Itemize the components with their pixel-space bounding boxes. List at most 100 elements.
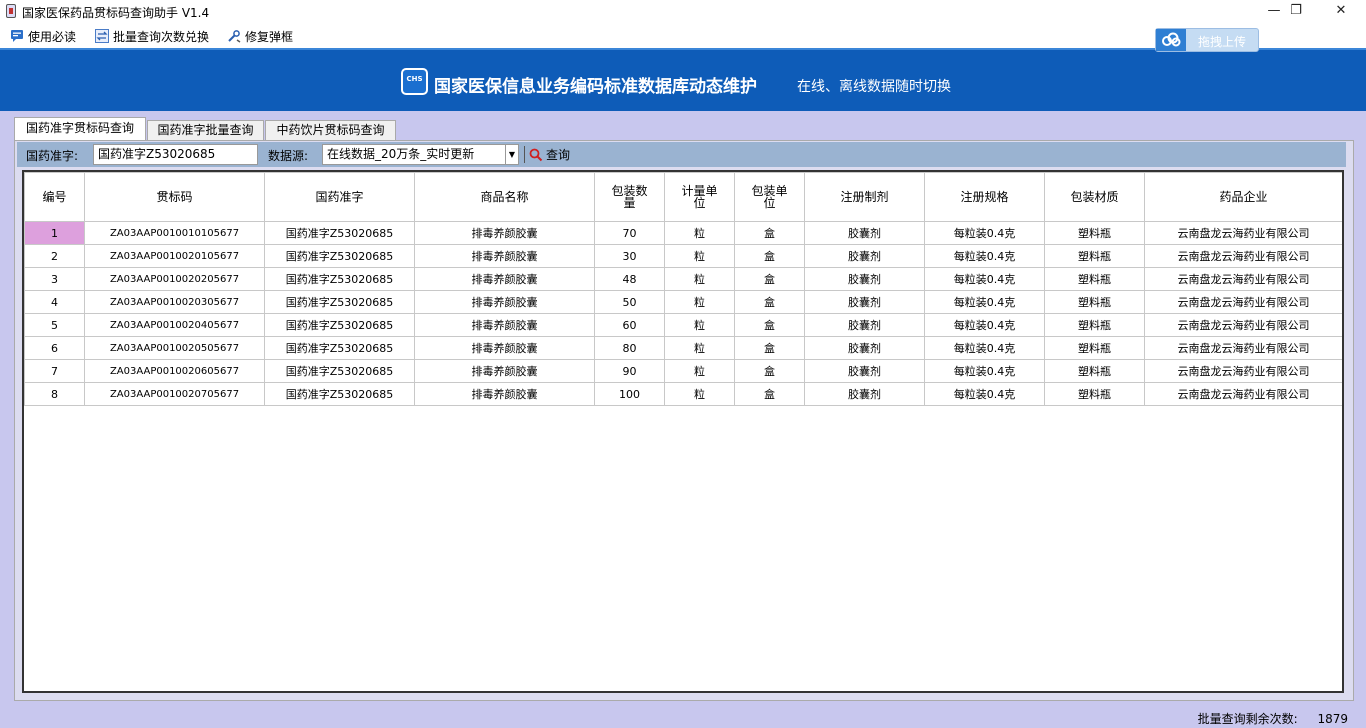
table-cell[interactable]: 粒	[664, 221, 735, 245]
table-cell[interactable]: 盒	[734, 221, 805, 245]
table-cell[interactable]: 每粒装0.4克	[924, 290, 1045, 314]
table-cell[interactable]: 塑料瓶	[1044, 267, 1145, 291]
table-row[interactable]: 4 ZA03AAP0010020305677 国药准字Z53020685 排毒养颜胶囊…	[24, 290, 1342, 314]
table-cell[interactable]: 100	[594, 382, 665, 406]
table-row[interactable]: 3 ZA03AAP0010020205677 国药准字Z53020685 排毒养颜胶囊…	[24, 267, 1342, 291]
tab-batch-query[interactable]: 国药准字批量查询	[147, 120, 264, 140]
table-cell[interactable]: ZA03AAP0010020605677	[84, 359, 265, 383]
table-row[interactable]: 6 ZA03AAP0010020505677 国药准字Z53020685 排毒养颜胶囊…	[24, 336, 1342, 360]
table-cell[interactable]: 60	[594, 313, 665, 337]
table-cell[interactable]: 云南盘龙云海药业有限公司	[1144, 267, 1342, 291]
menu-item-repair[interactable]: 修复弹框	[227, 27, 293, 45]
column-header[interactable]: 贯标码	[84, 172, 265, 222]
table-cell[interactable]: 48	[594, 267, 665, 291]
table-cell[interactable]: ZA03AAP0010020505677	[84, 336, 265, 360]
table-cell[interactable]: 盒	[734, 290, 805, 314]
column-header[interactable]: 国药准字	[264, 172, 415, 222]
table-cell[interactable]: 塑料瓶	[1044, 359, 1145, 383]
chevron-down-icon[interactable]: ▼	[505, 144, 519, 165]
results-grid[interactable]: 编号 贯标码 国药准字 商品名称 包装数量 计量单位 包装单位 注册制剂 注册规…	[22, 170, 1344, 693]
menu-item-exchange[interactable]: 批量查询次数兑换	[95, 27, 209, 45]
column-header[interactable]: 编号	[24, 172, 85, 222]
table-cell[interactable]: 国药准字Z53020685	[264, 290, 415, 314]
tab-approval-query[interactable]: 国药准字贯标码查询	[14, 117, 146, 140]
table-cell[interactable]: 粒	[664, 382, 735, 406]
column-header[interactable]: 药品企业	[1144, 172, 1342, 222]
table-cell[interactable]: 1	[24, 221, 85, 245]
data-source-select[interactable]: 在线数据_20万条_实时更新	[322, 144, 506, 165]
table-cell[interactable]: 每粒装0.4克	[924, 267, 1045, 291]
table-cell[interactable]: 国药准字Z53020685	[264, 244, 415, 268]
table-cell[interactable]: 70	[594, 221, 665, 245]
table-cell[interactable]: 6	[24, 336, 85, 360]
table-row[interactable]: 2 ZA03AAP0010020105677 国药准字Z53020685 排毒养颜胶囊…	[24, 244, 1342, 268]
table-cell[interactable]: 每粒装0.4克	[924, 313, 1045, 337]
table-cell[interactable]: 云南盘龙云海药业有限公司	[1144, 290, 1342, 314]
table-cell[interactable]: 胶囊剂	[804, 382, 925, 406]
table-cell[interactable]: ZA03AAP0010020705677	[84, 382, 265, 406]
table-row[interactable]: 5 ZA03AAP0010020405677 国药准字Z53020685 排毒养颜胶囊…	[24, 313, 1342, 337]
table-cell[interactable]: 3	[24, 267, 85, 291]
table-cell[interactable]: 2	[24, 244, 85, 268]
table-cell[interactable]: 排毒养颜胶囊	[414, 336, 595, 360]
table-cell[interactable]: ZA03AAP0010020405677	[84, 313, 265, 337]
column-header[interactable]: 包装单位	[734, 172, 805, 222]
table-cell[interactable]: 塑料瓶	[1044, 336, 1145, 360]
table-cell[interactable]: 胶囊剂	[804, 359, 925, 383]
table-cell[interactable]: 90	[594, 359, 665, 383]
table-cell[interactable]: 盒	[734, 244, 805, 268]
table-cell[interactable]: 云南盘龙云海药业有限公司	[1144, 359, 1342, 383]
table-cell[interactable]: 胶囊剂	[804, 290, 925, 314]
table-cell[interactable]: ZA03AAP0010010105677	[84, 221, 265, 245]
table-cell[interactable]: 8	[24, 382, 85, 406]
table-cell[interactable]: 4	[24, 290, 85, 314]
table-cell[interactable]: 每粒装0.4克	[924, 359, 1045, 383]
table-cell[interactable]: 每粒装0.4克	[924, 244, 1045, 268]
table-cell[interactable]: 粒	[664, 290, 735, 314]
table-cell[interactable]: 国药准字Z53020685	[264, 313, 415, 337]
table-cell[interactable]: 塑料瓶	[1044, 382, 1145, 406]
table-cell[interactable]: 国药准字Z53020685	[264, 221, 415, 245]
table-cell[interactable]: 排毒养颜胶囊	[414, 382, 595, 406]
table-cell[interactable]: 7	[24, 359, 85, 383]
column-header[interactable]: 包装材质	[1044, 172, 1145, 222]
restore-button[interactable]: ❐	[1273, 0, 1319, 23]
table-cell[interactable]: 盒	[734, 336, 805, 360]
column-header[interactable]: 商品名称	[414, 172, 595, 222]
table-cell[interactable]: ZA03AAP0010020205677	[84, 267, 265, 291]
table-cell[interactable]: 排毒养颜胶囊	[414, 313, 595, 337]
table-cell[interactable]: 每粒装0.4克	[924, 382, 1045, 406]
table-cell[interactable]: 国药准字Z53020685	[264, 382, 415, 406]
table-cell[interactable]: 粒	[664, 267, 735, 291]
close-button[interactable]: ✕	[1318, 0, 1364, 23]
table-cell[interactable]: 盒	[734, 313, 805, 337]
table-cell[interactable]: 胶囊剂	[804, 244, 925, 268]
table-cell[interactable]: 粒	[664, 244, 735, 268]
table-row[interactable]: 1 ZA03AAP0010010105677 国药准字Z53020685 排毒养颜胶囊…	[24, 221, 1342, 245]
table-cell[interactable]: ZA03AAP0010020305677	[84, 290, 265, 314]
table-cell[interactable]: 排毒养颜胶囊	[414, 221, 595, 245]
table-cell[interactable]: 塑料瓶	[1044, 244, 1145, 268]
table-cell[interactable]: 国药准字Z53020685	[264, 359, 415, 383]
table-cell[interactable]: 胶囊剂	[804, 336, 925, 360]
table-cell[interactable]: 国药准字Z53020685	[264, 336, 415, 360]
table-cell[interactable]: 盒	[734, 359, 805, 383]
table-cell[interactable]: 每粒装0.4克	[924, 221, 1045, 245]
query-button[interactable]: 查询	[529, 145, 570, 164]
column-header[interactable]: 注册制剂	[804, 172, 925, 222]
table-cell[interactable]: 5	[24, 313, 85, 337]
table-cell[interactable]: 塑料瓶	[1044, 290, 1145, 314]
column-header[interactable]: 注册规格	[924, 172, 1045, 222]
table-cell[interactable]: 云南盘龙云海药业有限公司	[1144, 382, 1342, 406]
table-cell[interactable]: 云南盘龙云海药业有限公司	[1144, 336, 1342, 360]
table-cell[interactable]: 国药准字Z53020685	[264, 267, 415, 291]
table-cell[interactable]: 粒	[664, 359, 735, 383]
drag-upload-button[interactable]: 拖拽上传	[1155, 28, 1259, 52]
table-cell[interactable]: 云南盘龙云海药业有限公司	[1144, 244, 1342, 268]
table-cell[interactable]: 胶囊剂	[804, 313, 925, 337]
table-cell[interactable]: 盒	[734, 267, 805, 291]
table-cell[interactable]: 云南盘龙云海药业有限公司	[1144, 313, 1342, 337]
table-cell[interactable]: ZA03AAP0010020105677	[84, 244, 265, 268]
table-row[interactable]: 8 ZA03AAP0010020705677 国药准字Z53020685 排毒养颜胶囊…	[24, 382, 1342, 406]
table-cell[interactable]: 排毒养颜胶囊	[414, 244, 595, 268]
